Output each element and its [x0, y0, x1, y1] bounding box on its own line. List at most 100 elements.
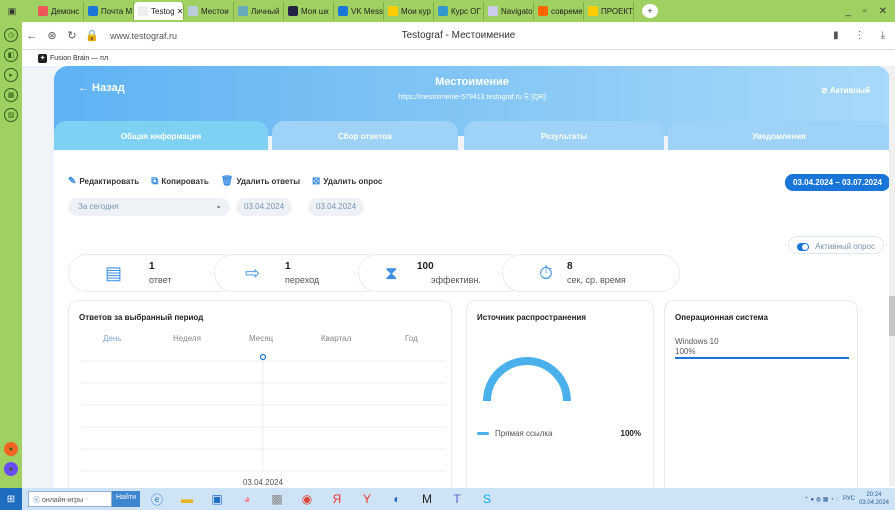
tab-notifications[interactable]: Уведомления — [668, 121, 889, 151]
stopwatch-icon: ⏱ — [539, 262, 554, 283]
period-year[interactable]: Год — [405, 334, 418, 343]
delete-answers-button[interactable]: 🗑 Удалить ответы — [221, 176, 300, 187]
fusion-brain-icon: ✦ — [38, 53, 47, 63]
period-month[interactable]: Месяц — [249, 334, 273, 343]
collection-icon[interactable]: ◧ — [4, 48, 18, 62]
browser-tab[interactable]: Почта М — [84, 2, 134, 20]
toggle-switch[interactable] — [797, 242, 810, 251]
window-controls: _ ▫ ✕ — [846, 6, 895, 17]
clock-icon[interactable]: ◷ — [4, 28, 18, 42]
tab-list: Демонс Почта М Testog ✕ Местои Личный Моя шк V… — [34, 2, 634, 20]
shield-icon[interactable]: ⊛ — [42, 29, 62, 42]
yandex-icon[interactable]: Я — [324, 489, 350, 509]
stat-avg-time-label: сек, ср. время — [567, 275, 626, 285]
browser-tab[interactable]: Демонс — [34, 2, 84, 20]
date-from-field[interactable]: 03.04.2024 — [236, 198, 293, 216]
stat-visits-label: переход — [285, 275, 320, 285]
taskbar: ⊞ ⓔ онлайн-игры Найти ⓔ ▬ ▣ ◕ ▩ ◉ Я Y ◐ … — [0, 488, 895, 510]
minimize-icon[interactable]: _ — [846, 6, 852, 17]
reload-icon[interactable]: ↻ — [62, 29, 82, 42]
period-select[interactable]: За сегодня ⌄ — [68, 198, 230, 216]
delete-survey-button[interactable]: ⊠ Удалить опрос — [312, 176, 382, 187]
yandex-browser-icon[interactable]: Y — [354, 489, 380, 509]
browser-menu-icon[interactable]: ▣ — [4, 4, 20, 18]
start-button[interactable]: ⊞ — [0, 488, 22, 510]
url-field[interactable]: www.testograf.ru — [110, 31, 177, 41]
page-content: ← Назад Местоимение https://mestoimenie-… — [22, 66, 889, 488]
tab-label: Почта М — [101, 6, 133, 16]
ie-icon: ⓔ — [33, 497, 42, 504]
active-survey-toggle[interactable]: Активный опрос — [788, 236, 884, 254]
browser-tab[interactable]: Личный — [234, 2, 284, 20]
edit-label: Редактировать — [79, 177, 140, 186]
downloads-icon[interactable]: ⤓ — [881, 30, 885, 41]
photos-icon[interactable]: ▩ — [264, 489, 290, 509]
browser-tab[interactable]: Testog ✕ — [134, 2, 184, 20]
tray-icons[interactable]: ⌃ ● ◍ ▦ ◔ ◌ — [804, 496, 839, 503]
survey-link[interactable]: https://mestoimenie-579413.testograf.ru — [398, 94, 522, 101]
cursor-icon[interactable]: ◐ — [384, 489, 410, 509]
paint-icon[interactable]: ◕ — [234, 489, 260, 509]
calendar-icon[interactable]: ▦ — [4, 88, 18, 102]
address-bar: ← ⊛ ↻ 🔒 www.testograf.ru Testograf - Мес… — [22, 22, 895, 50]
delete-survey-label: Удалить опрос — [323, 177, 383, 186]
scrollbar-thumb[interactable] — [889, 296, 895, 336]
tab-results[interactable]: Результаты — [464, 121, 664, 151]
browser-tab[interactable]: Курс ОГ — [434, 2, 484, 20]
skype-icon[interactable]: S — [474, 489, 500, 509]
browser-tab[interactable]: Navigato — [484, 2, 534, 20]
source-card: Источник распространения Прямая ссылка 1… — [466, 300, 654, 488]
edit-button[interactable]: ✎ Редактировать — [68, 176, 139, 187]
date-to-field[interactable]: 03.04.2024 — [308, 198, 365, 216]
back-nav-icon[interactable]: ← — [22, 30, 42, 42]
date-range-badge[interactable]: 03.04.2024 – 03.07.2024 — [785, 174, 889, 191]
stat-efficiency-label: эффективн. — [431, 275, 481, 285]
images-icon[interactable]: ▨ — [4, 108, 18, 122]
edge-icon[interactable]: ⓔ — [144, 489, 170, 509]
close-icon[interactable]: ✕ — [879, 6, 887, 17]
qr-button[interactable]: [QR] — [531, 94, 545, 101]
tab-general[interactable]: Общая информация — [54, 121, 268, 151]
data-point[interactable] — [259, 353, 267, 361]
browser-tab[interactable]: ПРОЕКТ — [584, 2, 634, 20]
period-week[interactable]: Неделя — [173, 334, 201, 343]
play-icon[interactable]: ▸ — [4, 68, 18, 82]
miro-icon[interactable]: M — [414, 489, 440, 509]
stat-visits-value: 1 — [285, 261, 291, 272]
browser-tab[interactable]: VK Mess — [334, 2, 384, 20]
survey-title: Местоимение — [435, 76, 509, 88]
clock[interactable]: 20:24 03.04.2024 — [859, 491, 889, 507]
legend-swatch — [477, 432, 489, 435]
maximize-icon[interactable]: ▫ — [863, 6, 867, 17]
bookmark-fusion-brain[interactable]: Fusion Brain — пл — [50, 55, 108, 62]
explorer-icon[interactable]: ▬ — [174, 489, 200, 509]
more-icon[interactable]: ⋮ — [855, 30, 865, 41]
source-arc — [483, 357, 571, 402]
language-indicator[interactable]: РУС — [843, 496, 855, 502]
copy-icon: ⧉ — [151, 176, 159, 187]
browser-tab[interactable]: Мои кур — [384, 2, 434, 20]
period-day[interactable]: День — [103, 334, 121, 343]
store-icon[interactable]: ▣ — [204, 489, 230, 509]
taskbar-find-button[interactable]: Найти — [112, 491, 140, 507]
browser-tab[interactable]: Моя шк — [284, 2, 334, 20]
new-tab-icon[interactable]: + — [642, 4, 658, 18]
alice-icon[interactable]: ● — [4, 442, 18, 456]
teams-icon[interactable]: T — [444, 489, 470, 509]
tab-label: ПРОЕКТ — [601, 6, 634, 16]
browser-tab[interactable]: Местои — [184, 2, 234, 20]
survey-url: https://mestoimenie-579413.testograf.ru … — [54, 94, 889, 102]
tab-collect[interactable]: Сбор ответов — [272, 121, 458, 151]
taskbar-search[interactable]: ⓔ онлайн-игры — [28, 491, 112, 507]
tab-favicon-icon — [538, 6, 548, 16]
page-scrollbar[interactable] — [889, 66, 895, 486]
assistant-icon[interactable]: ● — [4, 462, 18, 476]
source-percent: 100% — [620, 429, 641, 438]
copy-button[interactable]: ⧉ Копировать — [151, 176, 209, 187]
browser-tab[interactable]: совреме — [534, 2, 584, 20]
chrome-icon[interactable]: ◉ — [294, 489, 320, 509]
tab-favicon-icon — [38, 6, 48, 16]
bookmark-icon[interactable]: ▮ — [833, 30, 839, 41]
answers-card: Ответов за выбранный период День Неделя … — [68, 300, 452, 488]
period-quarter[interactable]: Квартал — [321, 334, 351, 343]
